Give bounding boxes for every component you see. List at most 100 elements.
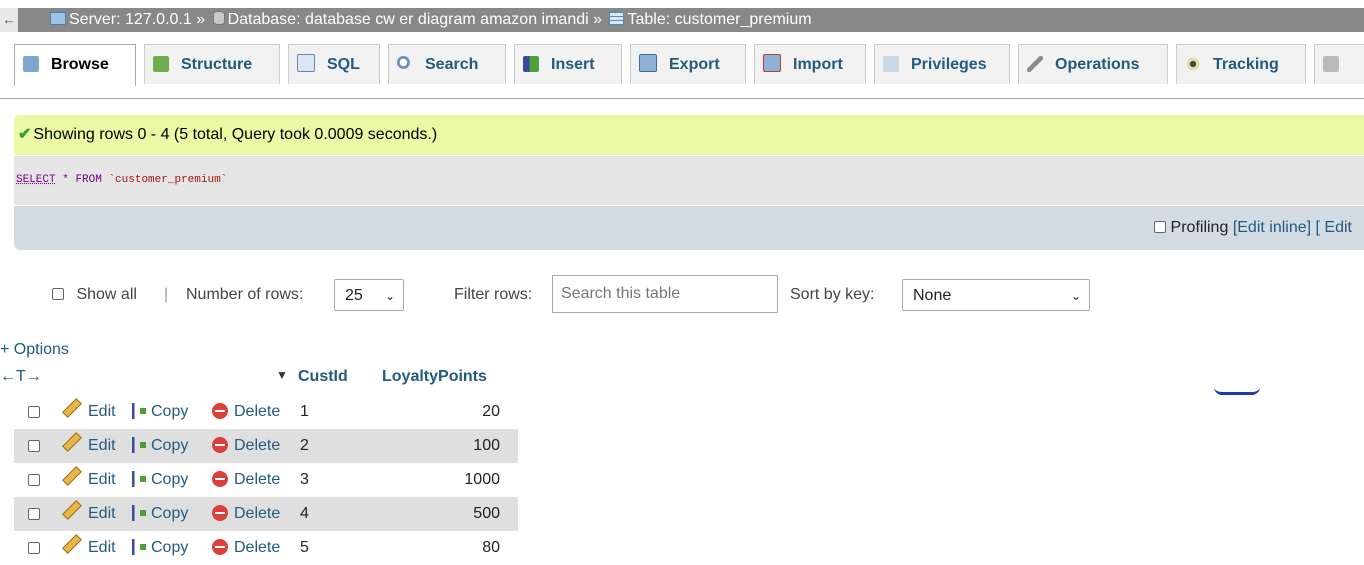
header-custid[interactable]: CustId bbox=[298, 368, 348, 386]
wrench-icon bbox=[1027, 56, 1043, 72]
breadcrumb-separator: » bbox=[593, 11, 603, 28]
tab-structure[interactable]: Structure bbox=[144, 44, 280, 84]
sort-select[interactable]: None ⌄ bbox=[902, 279, 1090, 311]
breadcrumb-separator: » bbox=[196, 11, 206, 28]
table-row: Edit Copy Delete 5 80 bbox=[14, 531, 518, 565]
pen-scribble bbox=[1214, 387, 1260, 395]
tab-label: Import bbox=[793, 56, 843, 73]
delete-label: Delete bbox=[234, 505, 281, 522]
server-icon bbox=[50, 12, 66, 25]
copy-link[interactable]: Copy bbox=[132, 531, 188, 565]
show-all-label: Show all bbox=[76, 286, 137, 303]
sort-triangle-icon[interactable]: ▼ bbox=[276, 368, 288, 382]
database-link[interactable]: database cw er diagram amazon imandi bbox=[305, 11, 589, 28]
back-arrow-icon[interactable]: ← bbox=[0, 8, 18, 32]
edit-link[interactable]: Edit bbox=[62, 531, 116, 565]
tab-privileges[interactable]: Privileges bbox=[874, 44, 1010, 84]
show-all-control[interactable]: Show all bbox=[52, 272, 137, 318]
header-loyaltypoints[interactable]: LoyaltyPoints bbox=[382, 368, 487, 386]
tab-search[interactable]: Search bbox=[388, 44, 506, 84]
import-icon bbox=[763, 54, 781, 72]
eye-icon bbox=[1185, 56, 1201, 72]
success-text: Showing rows 0 - 4 (5 total, Query took … bbox=[33, 126, 438, 143]
copy-link[interactable]: Copy bbox=[132, 497, 188, 531]
table-row: Edit Copy Delete 4 500 bbox=[14, 497, 518, 531]
edit-link[interactable]: Edit bbox=[62, 395, 116, 429]
tab-label: Search bbox=[425, 56, 479, 73]
copy-link[interactable]: Copy bbox=[132, 463, 188, 497]
delete-label: Delete bbox=[234, 403, 281, 420]
tab-insert[interactable]: Insert bbox=[514, 44, 622, 84]
sort-select-value: None bbox=[913, 287, 952, 304]
table-link[interactable]: customer_premium bbox=[675, 11, 812, 28]
cell-loyaltypoints: 500 bbox=[473, 505, 500, 522]
edit-link[interactable]: Edit bbox=[62, 429, 116, 463]
filter-rows-input[interactable]: Search this table bbox=[552, 275, 778, 313]
edit-link[interactable]: Edit bbox=[62, 497, 116, 531]
delete-link[interactable]: Delete bbox=[212, 531, 280, 565]
delete-link[interactable]: Delete bbox=[212, 429, 280, 463]
delete-icon bbox=[212, 403, 228, 419]
edit-label: Edit bbox=[88, 471, 116, 488]
tab-label: Export bbox=[669, 56, 720, 73]
row-checkbox[interactable] bbox=[28, 440, 40, 452]
pencil-icon bbox=[62, 500, 82, 520]
rows-select-value: 25 bbox=[345, 287, 363, 304]
profiling-label: Profiling bbox=[1170, 219, 1229, 236]
server-label: Server: bbox=[69, 11, 121, 28]
tab-label: Operations bbox=[1055, 56, 1140, 73]
table-header: ←T→ ▼ CustId LoyaltyPoints bbox=[0, 365, 518, 393]
edit-link[interactable]: [ Edit bbox=[1316, 219, 1352, 236]
copy-link[interactable]: Copy bbox=[132, 395, 188, 429]
delete-link[interactable]: Delete bbox=[212, 497, 280, 531]
server-link[interactable]: 127.0.0.1 bbox=[125, 11, 192, 28]
pencil-icon bbox=[62, 466, 82, 486]
tab-sql[interactable]: SQL bbox=[288, 44, 380, 84]
profiling-controls: Profiling [Edit inline] [ Edit bbox=[1154, 206, 1352, 250]
copy-label: Copy bbox=[151, 471, 189, 488]
delete-icon bbox=[212, 505, 228, 521]
cell-custid: 2 bbox=[300, 437, 309, 454]
edit-link[interactable]: Edit bbox=[62, 463, 116, 497]
column-resize-arrows-icon[interactable]: ←T→ bbox=[0, 368, 42, 386]
row-checkbox[interactable] bbox=[28, 474, 40, 486]
copy-label: Copy bbox=[151, 505, 189, 522]
divider: | bbox=[164, 286, 169, 303]
tab-export[interactable]: Export bbox=[630, 44, 746, 84]
database-icon bbox=[212, 11, 225, 25]
row-checkbox[interactable] bbox=[28, 508, 40, 520]
tab-browse[interactable]: Browse bbox=[14, 44, 136, 86]
options-link[interactable]: + Options bbox=[0, 341, 69, 359]
sql-icon bbox=[297, 54, 315, 72]
cell-loyaltypoints: 20 bbox=[482, 403, 500, 420]
tab-label: SQL bbox=[327, 56, 360, 73]
sql-keyword-from: FROM bbox=[75, 174, 102, 186]
rows-select[interactable]: 25 ⌄ bbox=[334, 279, 404, 311]
cell-loyaltypoints: 100 bbox=[473, 437, 500, 454]
delete-link[interactable]: Delete bbox=[212, 463, 280, 497]
copy-label: Copy bbox=[151, 437, 189, 454]
pencil-icon bbox=[62, 534, 82, 554]
delete-link[interactable]: Delete bbox=[212, 395, 280, 429]
tab-tracking[interactable]: Tracking bbox=[1176, 44, 1306, 84]
sql-keyword-select[interactable]: SELECT bbox=[16, 174, 56, 186]
show-all-checkbox[interactable] bbox=[52, 288, 64, 300]
tab-import[interactable]: Import bbox=[754, 44, 866, 84]
row-checkbox[interactable] bbox=[28, 542, 40, 554]
privileges-icon bbox=[883, 56, 899, 72]
cell-custid: 3 bbox=[300, 471, 309, 488]
row-checkbox[interactable] bbox=[28, 406, 40, 418]
tab-operations[interactable]: Operations bbox=[1018, 44, 1168, 84]
tab-bar: Browse Structure SQL Search Insert Expor… bbox=[0, 32, 1364, 99]
delete-label: Delete bbox=[234, 539, 281, 556]
edit-inline-link[interactable]: [Edit inline] bbox=[1233, 219, 1311, 236]
success-message: ✔ Showing rows 0 - 4 (5 total, Query took… bbox=[14, 115, 1364, 155]
copy-link[interactable]: Copy bbox=[132, 429, 188, 463]
database-label: Database: bbox=[227, 11, 301, 28]
cell-custid: 4 bbox=[300, 505, 309, 522]
tab-label: Privileges bbox=[911, 56, 987, 73]
delete-icon bbox=[212, 437, 228, 453]
profiling-checkbox[interactable] bbox=[1154, 221, 1167, 233]
tab-more[interactable] bbox=[1314, 44, 1364, 84]
structure-icon bbox=[153, 56, 169, 72]
